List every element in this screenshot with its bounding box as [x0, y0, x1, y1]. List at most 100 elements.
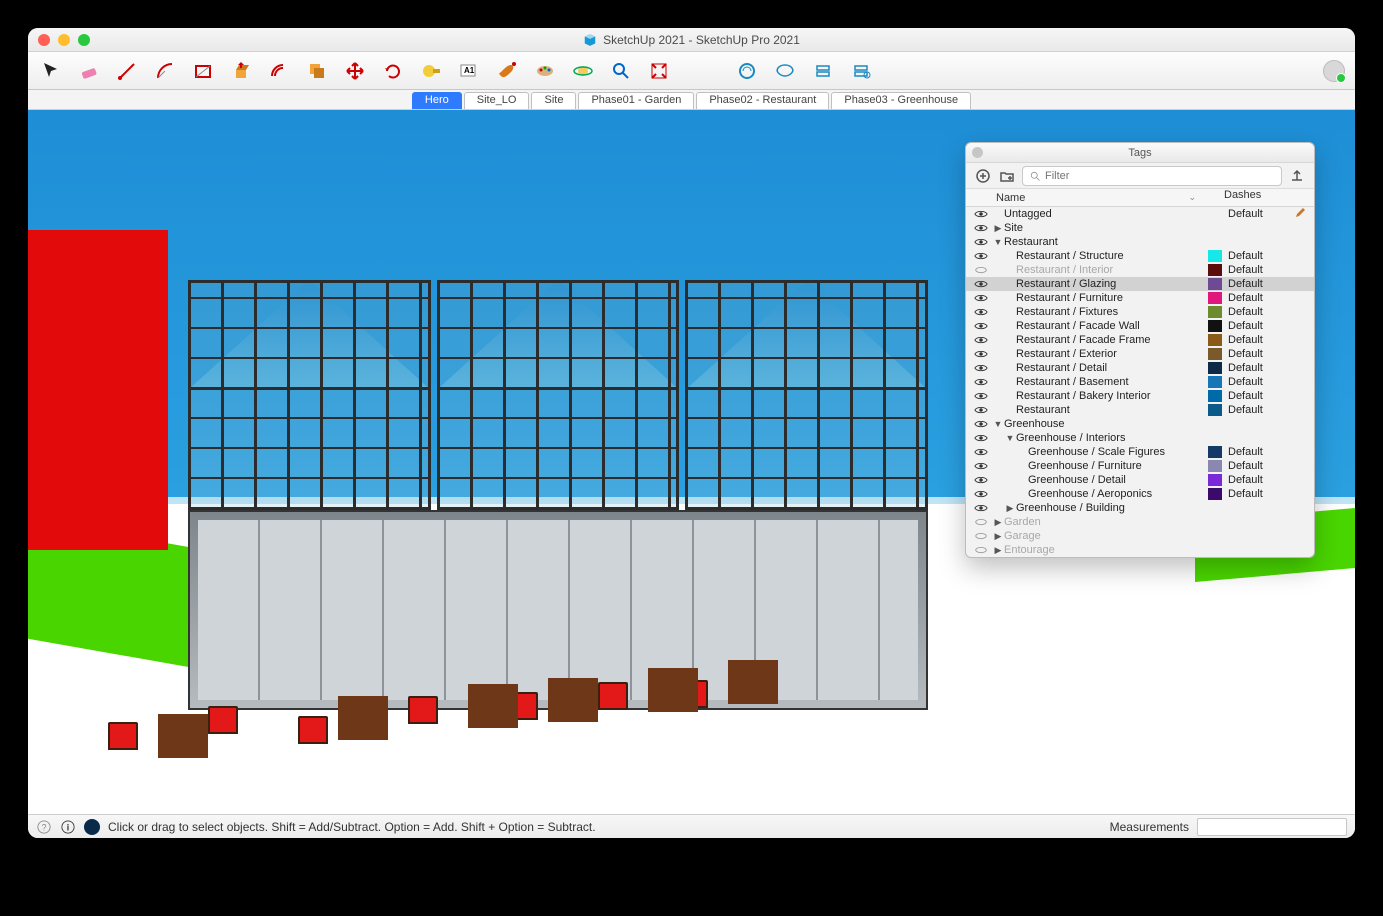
add-tag-folder-button[interactable] — [998, 167, 1016, 185]
panel-close-button[interactable] — [972, 147, 983, 158]
scene-tab-2[interactable]: Site — [531, 92, 576, 109]
tag-row[interactable]: ▶Greenhouse / Building — [966, 501, 1314, 515]
visibility-toggle[interactable] — [970, 489, 992, 499]
tag-name[interactable]: Restaurant / Detail — [992, 362, 1206, 374]
disclosure-arrow-icon[interactable]: ▼ — [992, 419, 1004, 429]
tag-color-swatch[interactable] — [1208, 292, 1222, 304]
disclosure-arrow-icon[interactable]: ▶ — [992, 545, 1004, 556]
tag-row[interactable]: Greenhouse / FurnitureDefault — [966, 459, 1314, 473]
tag-row[interactable]: Greenhouse / DetailDefault — [966, 473, 1314, 487]
tag-dashes[interactable]: Default — [1224, 446, 1294, 458]
tag-color-swatch[interactable] — [1208, 474, 1222, 486]
tag-dashes[interactable]: Default — [1224, 306, 1294, 318]
disclosure-arrow-icon[interactable]: ▶ — [1004, 503, 1016, 514]
tag-row[interactable]: Restaurant / Fixtures Default — [966, 305, 1314, 319]
scene-tab-3[interactable]: Phase01 - Garden — [578, 92, 694, 109]
tag-row[interactable]: ▼Greenhouse / Interiors — [966, 431, 1314, 445]
visibility-toggle[interactable] — [970, 223, 992, 233]
zoom-window-button[interactable] — [78, 34, 90, 46]
help-icon[interactable]: ? — [36, 819, 52, 835]
tag-name[interactable]: Restaurant / Facade Frame — [992, 334, 1206, 346]
tag-dashes[interactable]: Default — [1224, 348, 1294, 360]
minimize-window-button[interactable] — [58, 34, 70, 46]
close-window-button[interactable] — [38, 34, 50, 46]
tags-panel-menu-button[interactable] — [1288, 167, 1306, 185]
tag-dashes[interactable]: Default — [1224, 278, 1294, 290]
col-name[interactable]: Name — [996, 192, 1025, 204]
tag-color-swatch[interactable] — [1208, 404, 1222, 416]
edit-pencil-icon[interactable] — [1294, 207, 1310, 222]
tag-name[interactable]: Restaurant / Facade Wall — [992, 320, 1206, 332]
rotate-tool-button[interactable] — [380, 58, 406, 84]
visibility-toggle[interactable] — [970, 503, 992, 513]
visibility-toggle[interactable] — [970, 293, 992, 303]
tag-name[interactable]: Restaurant / Fixtures — [992, 306, 1206, 318]
scene-tab-4[interactable]: Phase02 - Restaurant — [696, 92, 829, 109]
visibility-toggle[interactable] — [970, 363, 992, 373]
live2-tool-button[interactable] — [772, 58, 798, 84]
live4-tool-button[interactable] — [848, 58, 874, 84]
tag-name[interactable]: ▶Garden — [992, 516, 1206, 528]
tag-dashes[interactable]: Default — [1224, 292, 1294, 304]
tag-row[interactable]: Restaurant / Facade WallDefault — [966, 319, 1314, 333]
tag-dashes[interactable]: Default — [1224, 404, 1294, 416]
text3d-tool-button[interactable]: A1 — [456, 58, 482, 84]
tag-dashes[interactable]: Default — [1224, 264, 1294, 276]
tags-panel[interactable]: Tags Name⌄ Dashes UntaggedDefault▶Site▼R… — [965, 142, 1315, 558]
visibility-toggle[interactable] — [970, 209, 992, 219]
tag-color-swatch[interactable] — [1208, 264, 1222, 276]
tag-name[interactable]: Restaurant / Furniture — [992, 292, 1206, 304]
tag-name[interactable]: Restaurant / Interior — [992, 264, 1206, 276]
orbit-tool-button[interactable] — [570, 58, 596, 84]
eraser-tool-button[interactable] — [76, 58, 102, 84]
tag-dashes[interactable]: Default — [1224, 488, 1294, 500]
tag-name[interactable]: Untagged — [992, 208, 1206, 220]
visibility-toggle[interactable] — [970, 531, 992, 541]
tag-name[interactable]: ▼Greenhouse / Interiors — [992, 432, 1206, 444]
paint-tool-button[interactable] — [494, 58, 520, 84]
tag-row[interactable]: Restaurant / Bakery Interior Default — [966, 389, 1314, 403]
disclosure-arrow-icon[interactable]: ▼ — [992, 237, 1004, 247]
tag-dashes[interactable]: Default — [1224, 390, 1294, 402]
tags-panel-titlebar[interactable]: Tags — [966, 143, 1314, 163]
visibility-toggle[interactable] — [970, 335, 992, 345]
tag-dashes[interactable]: Default — [1224, 376, 1294, 388]
tag-color-swatch[interactable] — [1208, 488, 1222, 500]
disclosure-arrow-icon[interactable]: ▶ — [992, 223, 1004, 234]
tag-name[interactable]: Greenhouse / Aeroponics — [992, 488, 1206, 500]
tag-row[interactable]: Restaurant / GlazingDefault — [966, 277, 1314, 291]
tag-row[interactable]: Restaurant / Facade FrameDefault — [966, 333, 1314, 347]
offset-tool-button[interactable] — [266, 58, 292, 84]
visibility-toggle[interactable] — [970, 307, 992, 317]
tag-name[interactable]: ▶Greenhouse / Building — [992, 502, 1206, 514]
tag-row[interactable]: ▶Site — [966, 221, 1314, 235]
tape-tool-button[interactable] — [418, 58, 444, 84]
tag-filter-input[interactable] — [1045, 170, 1275, 182]
arc-tool-button[interactable] — [152, 58, 178, 84]
tag-color-swatch[interactable] — [1208, 460, 1222, 472]
tag-color-swatch[interactable] — [1208, 362, 1222, 374]
rectangle-tool-button[interactable] — [190, 58, 216, 84]
tag-row[interactable]: ▶Garage — [966, 529, 1314, 543]
disclosure-arrow-icon[interactable]: ▶ — [992, 531, 1004, 542]
info-icon[interactable]: i — [60, 819, 76, 835]
tag-name[interactable]: Restaurant / Basement — [992, 376, 1206, 388]
tag-name[interactable]: Greenhouse / Furniture — [992, 460, 1206, 472]
sample-tool-button[interactable] — [532, 58, 558, 84]
visibility-toggle[interactable] — [970, 461, 992, 471]
visibility-toggle[interactable] — [970, 517, 992, 527]
tag-row[interactable]: ▶Garden — [966, 515, 1314, 529]
visibility-toggle[interactable] — [970, 475, 992, 485]
tag-color-swatch[interactable] — [1208, 250, 1222, 262]
tag-row[interactable]: ▼Restaurant — [966, 235, 1314, 249]
visibility-toggle[interactable] — [970, 279, 992, 289]
tag-name[interactable]: Restaurant — [992, 404, 1206, 416]
visibility-toggle[interactable] — [970, 265, 992, 275]
tag-row[interactable]: Restaurant / StructureDefault — [966, 249, 1314, 263]
move-tool-button[interactable] — [342, 58, 368, 84]
zoom-tool-button[interactable] — [608, 58, 634, 84]
tag-name[interactable]: Restaurant / Bakery Interior — [992, 390, 1206, 402]
tag-row[interactable]: ▼Greenhouse — [966, 417, 1314, 431]
scene-tab-0[interactable]: Hero — [412, 92, 462, 109]
tag-color-swatch[interactable] — [1208, 278, 1222, 290]
